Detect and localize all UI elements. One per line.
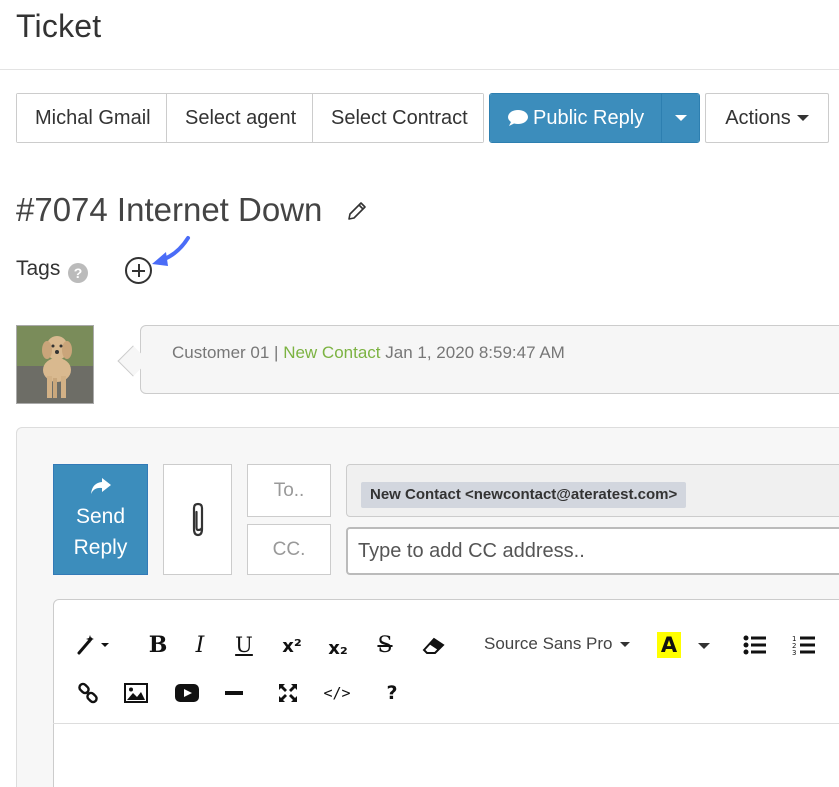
bold-icon[interactable]: B — [145, 630, 171, 660]
share-arrow-icon — [90, 478, 111, 494]
ticket-toolbar: Michal Gmail Select agent Select Contrac… — [16, 93, 484, 143]
help-icon[interactable]: ? — [68, 263, 88, 283]
contact-select-button[interactable]: Michal Gmail — [17, 94, 167, 142]
link-icon — [78, 682, 98, 704]
bulleted-list-icon — [743, 635, 766, 655]
meta-separator: | — [269, 343, 284, 362]
ticket-title: #7074 Internet Down — [16, 191, 323, 228]
magic-wand-icon — [77, 635, 109, 655]
strikethrough-icon[interactable]: S — [372, 630, 398, 660]
help-icon[interactable]: ? — [382, 680, 402, 706]
public-reply-button[interactable]: Public Reply — [490, 94, 662, 142]
rich-text-editor[interactable] — [53, 599, 839, 787]
public-reply-split-button: Public Reply — [489, 93, 700, 143]
message-contact-link[interactable]: New Contact — [283, 343, 380, 362]
cc-button[interactable]: CC. — [247, 524, 331, 575]
recipient-chip[interactable]: New Contact <newcontact@ateratest.com> — [361, 482, 687, 508]
annotation-arrow-icon — [152, 236, 190, 266]
chevron-down-icon — [796, 115, 809, 121]
speech-bubble-icon — [508, 110, 528, 126]
cc-address-input[interactable] — [346, 527, 839, 575]
send-label-line2: Reply — [73, 536, 128, 559]
superscript-icon[interactable]: x² — [277, 632, 307, 660]
page-title: Ticket — [16, 8, 102, 44]
image-icon[interactable] — [123, 682, 149, 704]
image-icon — [124, 683, 148, 703]
editor-toolbar-divider — [53, 723, 839, 724]
attach-file-button[interactable] — [163, 464, 232, 575]
italic-icon[interactable]: I — [188, 630, 212, 660]
code-view-icon[interactable]: </> — [323, 681, 351, 705]
font-family-label: Source Sans Pro — [484, 634, 613, 653]
eraser-icon[interactable] — [420, 634, 448, 656]
paperclip-icon — [192, 502, 203, 536]
svg-text:3: 3 — [792, 649, 796, 656]
eraser-icon — [422, 637, 445, 654]
fullscreen-icon[interactable] — [277, 682, 299, 704]
magic-wand-icon[interactable] — [74, 632, 114, 658]
numbered-list-icon: 1 2 3 — [792, 635, 815, 656]
public-reply-label: Public Reply — [533, 106, 645, 129]
subscript-icon[interactable]: x₂ — [323, 634, 353, 662]
video-icon — [175, 684, 199, 702]
tags-label: Tags — [16, 257, 61, 280]
to-button[interactable]: To.. — [247, 464, 331, 517]
message-author: Customer 01 — [172, 343, 270, 362]
message-timestamp: Jan 1, 2020 8:59:47 AM — [380, 343, 565, 362]
highlight-color-icon[interactable]: A — [657, 632, 681, 658]
actions-dropdown-button[interactable]: Actions — [705, 93, 829, 143]
fullscreen-icon — [279, 684, 297, 702]
header-divider — [0, 69, 839, 70]
agent-select-button[interactable]: Select agent — [167, 94, 313, 142]
pencil-icon[interactable] — [345, 199, 369, 223]
send-label-line1: Send — [75, 505, 126, 528]
message-meta: Customer 01 | New Contact Jan 1, 2020 8:… — [172, 343, 565, 363]
send-reply-button[interactable]: Send Reply — [53, 464, 148, 575]
bulleted-list-icon[interactable] — [742, 633, 768, 657]
link-icon[interactable] — [76, 681, 100, 705]
contract-select-button[interactable]: Select Contract — [313, 94, 483, 142]
actions-label: Actions — [725, 106, 791, 129]
horizontal-rule-icon[interactable] — [224, 690, 244, 696]
highlight-color-dropdown[interactable] — [694, 636, 714, 656]
public-reply-dropdown-toggle[interactable] — [661, 94, 699, 142]
numbered-list-icon[interactable]: 1 2 3 — [791, 633, 817, 657]
avatar — [16, 325, 94, 404]
chevron-down-icon — [620, 642, 631, 648]
dog-photo-icon — [17, 326, 93, 403]
chevron-down-icon — [674, 115, 687, 121]
font-family-select[interactable]: Source Sans Pro — [484, 634, 631, 654]
chevron-down-icon — [698, 643, 710, 649]
underline-icon[interactable]: U — [230, 630, 258, 660]
video-icon[interactable] — [174, 682, 200, 704]
horizontal-rule-icon — [225, 691, 243, 695]
